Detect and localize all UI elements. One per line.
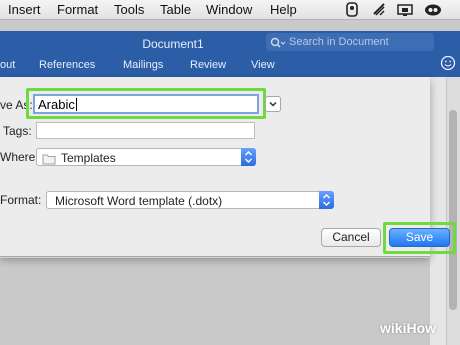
scrollbar-thumb[interactable] [449, 110, 457, 310]
chevron-down-icon [269, 101, 277, 107]
wikihow-watermark: wikiHow [380, 320, 437, 336]
menu-insert[interactable]: Insert [8, 2, 41, 17]
menu-tools[interactable]: Tools [114, 2, 144, 17]
ribbon-tabs: out References Mailings Review View [0, 55, 460, 77]
cancel-button[interactable]: Cancel [321, 228, 381, 247]
where-label: Where: [0, 150, 39, 164]
search-placeholder: Search in Document [289, 36, 389, 48]
display-icon[interactable] [397, 2, 413, 17]
dialog-divider [0, 257, 430, 258]
format-select[interactable]: Microsoft Word template (.dotx) [46, 191, 334, 209]
format-stepper[interactable] [319, 191, 334, 209]
format-value: Microsoft Word template (.dotx) [55, 194, 223, 208]
menu-format[interactable]: Format [57, 2, 98, 17]
expand-dialog-button[interactable] [265, 96, 281, 112]
menu-table[interactable]: Table [160, 2, 191, 17]
menu-window[interactable]: Window [206, 2, 252, 17]
folder-icon [42, 152, 56, 170]
save-button[interactable]: Save [389, 228, 450, 247]
evernote-icon[interactable] [344, 2, 360, 17]
save-as-input[interactable]: Arabic [33, 94, 259, 114]
wifi-icon[interactable] [371, 2, 387, 17]
feedback-smiley-icon[interactable] [440, 55, 456, 71]
tags-field[interactable] [36, 122, 255, 139]
text-caret [75, 98, 77, 111]
tab-review[interactable]: Review [190, 59, 226, 71]
tab-view[interactable]: View [251, 59, 275, 71]
document-search-field[interactable]: Search in Document [266, 33, 434, 51]
menu-bar: Insert Format Tools Table Window Help [0, 0, 460, 20]
tab-mailings[interactable]: Mailings [123, 59, 163, 71]
up-down-chevron-icon [323, 194, 330, 206]
up-down-chevron-icon [245, 151, 252, 163]
save-as-value: Arabic [38, 97, 75, 112]
where-value: Templates [61, 151, 116, 165]
tags-label: Tags: [3, 124, 32, 138]
search-icon [270, 36, 286, 54]
format-label: Format: [0, 193, 42, 207]
creative-cloud-icon[interactable] [424, 2, 441, 17]
tab-references[interactable]: References [39, 59, 95, 71]
menu-help[interactable]: Help [270, 2, 297, 17]
tab-layout[interactable]: out [0, 59, 15, 71]
where-stepper[interactable] [241, 148, 256, 166]
where-select[interactable]: Templates [36, 148, 256, 166]
